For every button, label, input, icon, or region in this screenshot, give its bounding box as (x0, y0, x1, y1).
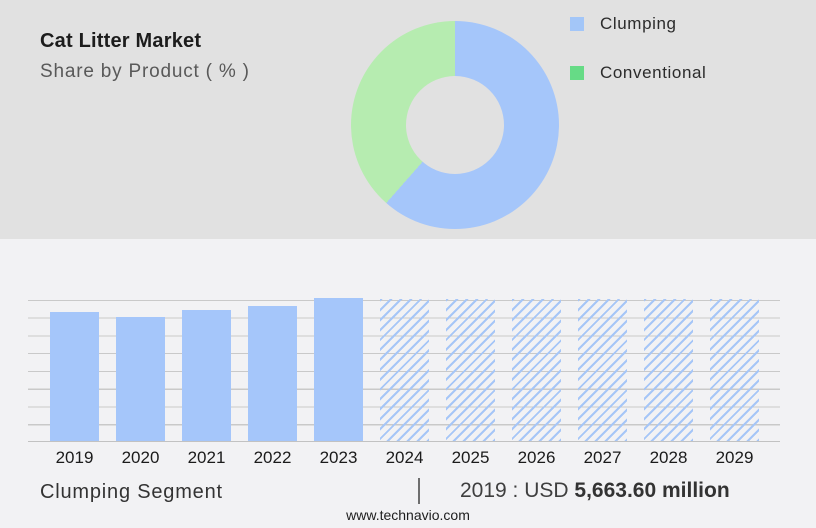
bar-section: 2019 2020 2021 2022 2023 2024 2025 2026 2027 2028… (0, 239, 816, 528)
infographic-canvas: Cat Litter Market Share by Product ( % )… (0, 0, 816, 528)
forecast-bar-2027 (578, 299, 627, 441)
legend-item-clumping: Clumping (570, 13, 706, 33)
website-url: www.technavio.com (346, 507, 470, 523)
page-title: Cat Litter Market (40, 30, 202, 52)
market-value: 2019 : USD 5,663.60 million (460, 479, 730, 503)
year-label-2021: 2021 (187, 448, 226, 467)
segment-label: Clumping Segment (40, 481, 223, 503)
year-label-2024: 2024 (385, 448, 424, 467)
legend-label-conventional: Conventional (600, 62, 707, 82)
bar-2021 (182, 310, 231, 441)
year-label-2029: 2029 (715, 448, 754, 467)
page-subtitle: Share by Product ( % ) (40, 61, 250, 82)
forecast-bar-2029 (710, 299, 759, 441)
conventional-swatch-icon (570, 65, 584, 80)
forecast-bar-2025 (446, 299, 495, 441)
forecast-bar-2026 (512, 299, 561, 441)
bar-2023 (314, 298, 363, 441)
clumping-swatch-icon (570, 16, 584, 31)
value-prefix: 2019 : USD (460, 479, 575, 502)
year-label-2028: 2028 (649, 448, 688, 467)
year-label-2019: 2019 (55, 448, 94, 467)
bar-chart-plot (28, 298, 780, 442)
bar-2022 (248, 306, 297, 441)
forecast-bar-2024 (380, 299, 429, 441)
year-label-2022: 2022 (253, 448, 292, 467)
year-label-2027: 2027 (583, 448, 622, 467)
donut-chart (351, 21, 559, 229)
year-label-2026: 2026 (517, 448, 556, 467)
bar-2020 (116, 317, 165, 441)
legend: Clumping Conventional (570, 13, 707, 114)
top-section: Cat Litter Market Share by Product ( % )… (0, 0, 816, 239)
legend-item-conventional: Conventional (570, 62, 707, 82)
legend-label-clumping: Clumping (600, 13, 677, 33)
year-label-2025: 2025 (451, 448, 490, 467)
year-label-2020: 2020 (121, 448, 160, 467)
x-axis-labels: 2019 2020 2021 2022 2023 2024 2025 2026 2027 2028… (28, 448, 780, 468)
separator-bar (418, 478, 420, 504)
year-label-2023: 2023 (319, 448, 358, 467)
value-amount: 5,663.60 million (574, 479, 730, 502)
bar-2019 (50, 312, 99, 441)
forecast-bar-2028 (644, 299, 693, 441)
